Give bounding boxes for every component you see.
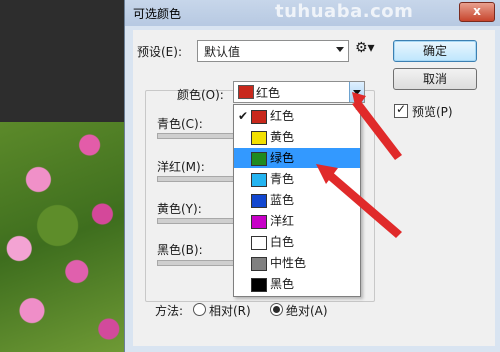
annotation-arrows: [316, 92, 402, 238]
arrow-to-dropdown-icon: [352, 100, 402, 160]
arrow-to-green-icon: [324, 170, 402, 238]
